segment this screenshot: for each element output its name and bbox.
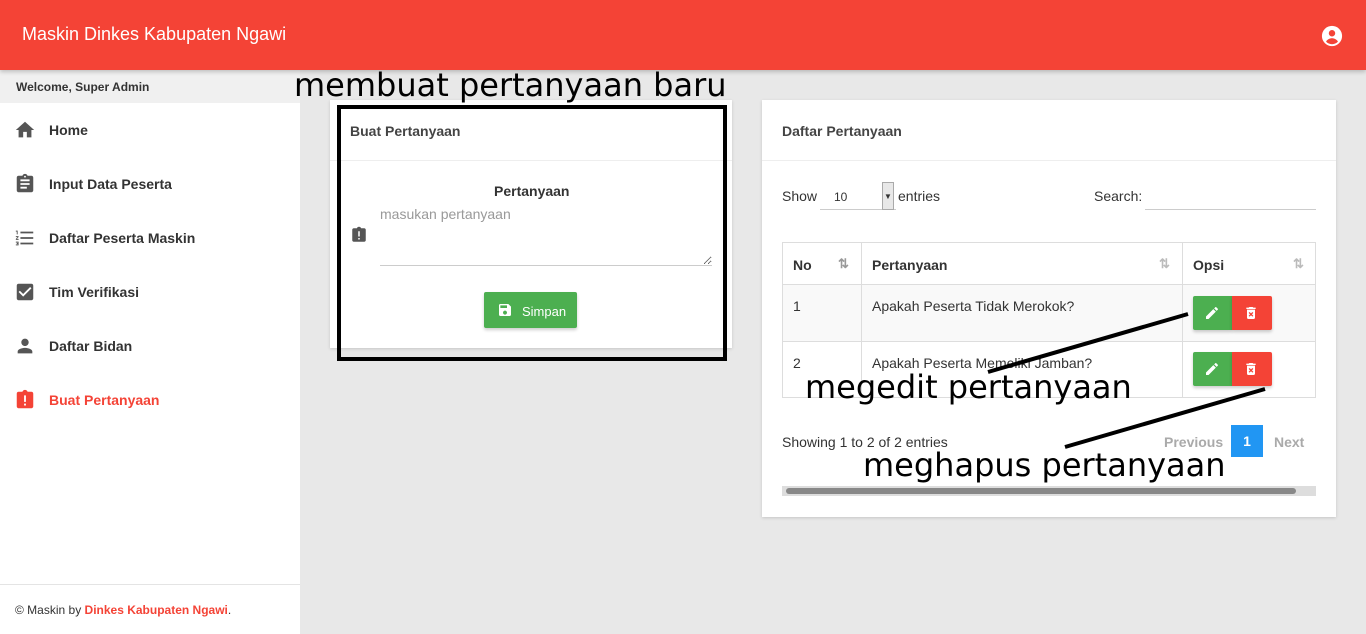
sort-icon: ⇅ xyxy=(1159,256,1170,271)
page-length-value: 10 xyxy=(834,190,848,204)
table-row: 1 Apakah Peserta Tidak Merokok? xyxy=(783,285,1315,341)
sort-asc-icon: ⇅ xyxy=(838,256,849,271)
edit-button[interactable] xyxy=(1193,352,1232,386)
show-label: Show xyxy=(782,188,818,204)
sidebar-item-daftar-peserta-maskin[interactable]: Daftar Peserta Maskin xyxy=(0,211,300,265)
card-title: Daftar Pertanyaan xyxy=(782,123,902,139)
sidebar-item-label: Home xyxy=(49,122,88,138)
page-1-button[interactable]: 1 xyxy=(1231,425,1263,457)
column-header-pertanyaan[interactable]: Pertanyaan ⇅ xyxy=(862,243,1183,285)
edit-button[interactable] xyxy=(1193,296,1232,330)
delete-icon xyxy=(1246,363,1256,375)
app-title: Maskin Dinkes Kabupaten Ngawi xyxy=(22,24,287,44)
sort-icon: ⇅ xyxy=(1293,256,1304,271)
column-header-no[interactable]: No ⇅ xyxy=(783,243,862,285)
delete-button[interactable] xyxy=(1232,296,1272,330)
divider xyxy=(762,160,1336,161)
sidebar-item-label: Daftar Peserta Maskin xyxy=(49,230,196,246)
verified-icon xyxy=(16,283,34,301)
assignment-icon xyxy=(16,173,34,193)
report-icon xyxy=(16,389,34,409)
delete-button[interactable] xyxy=(1232,352,1272,386)
sidebar-item-label: Buat Pertanyaan xyxy=(49,392,160,408)
footer-suffix: . xyxy=(227,603,232,617)
horizontal-scrollbar[interactable] xyxy=(782,486,1316,496)
sidebar-item-input-data-peserta[interactable]: Input Data Peserta xyxy=(0,157,300,211)
entries-label: entries xyxy=(898,188,941,204)
annotation-highlight-box xyxy=(337,105,727,361)
person-icon xyxy=(17,338,33,354)
sidebar-item-home[interactable]: Home xyxy=(0,103,300,157)
sidebar-item-daftar-bidan[interactable]: Daftar Bidan xyxy=(0,319,300,373)
pencil-icon xyxy=(1206,307,1218,319)
row-question: Apakah Peserta Tidak Merokok? xyxy=(862,285,1183,341)
sidebar-item-tim-verifikasi[interactable]: Tim Verifikasi xyxy=(0,265,300,319)
sidebar-item-label: Daftar Bidan xyxy=(49,338,133,354)
sidebar-item-buat-pertanyaan[interactable]: Buat Pertanyaan xyxy=(0,373,300,427)
scrollbar-thumb[interactable] xyxy=(786,488,1296,494)
row-number: 1 xyxy=(783,285,862,341)
dropdown-arrow-icon: ▼ xyxy=(882,182,894,210)
sidebar-item-label: Tim Verifikasi xyxy=(49,284,140,300)
annotation-create: membuat pertanyaan baru xyxy=(294,66,727,104)
footer-prefix: © Maskin by xyxy=(15,603,85,617)
top-app-bar: Maskin Dinkes Kabupaten Ngawi xyxy=(0,0,1366,70)
column-header-label: Pertanyaan xyxy=(872,257,948,273)
search-label: Search: xyxy=(1094,188,1143,204)
list-icon xyxy=(15,230,34,246)
annotation-delete: meghapus pertanyaan xyxy=(863,446,1226,484)
account-circle-icon[interactable] xyxy=(1321,25,1343,47)
annotation-edit: megedit pertanyaan xyxy=(805,368,1132,406)
next-page-button[interactable]: Next xyxy=(1274,434,1304,450)
sidebar-footer: © Maskin by Dinkes Kabupaten Ngawi. xyxy=(0,584,300,634)
column-header-label: Opsi xyxy=(1193,257,1225,273)
column-header-opsi[interactable]: Opsi ⇅ xyxy=(1183,243,1315,285)
sidebar: Welcome, Super Admin Home Input Data Pes… xyxy=(0,70,300,634)
search-input[interactable] xyxy=(1145,182,1316,210)
footer-link[interactable]: Dinkes Kabupaten Ngawi xyxy=(85,603,228,617)
sidebar-item-label: Input Data Peserta xyxy=(49,176,172,192)
home-icon xyxy=(15,121,35,138)
pencil-icon xyxy=(1206,363,1218,375)
welcome-text: Welcome, Super Admin xyxy=(0,70,300,103)
column-header-label: No xyxy=(793,257,812,273)
delete-icon xyxy=(1246,307,1256,319)
page-length-select[interactable]: 10 ▼ xyxy=(820,182,896,210)
